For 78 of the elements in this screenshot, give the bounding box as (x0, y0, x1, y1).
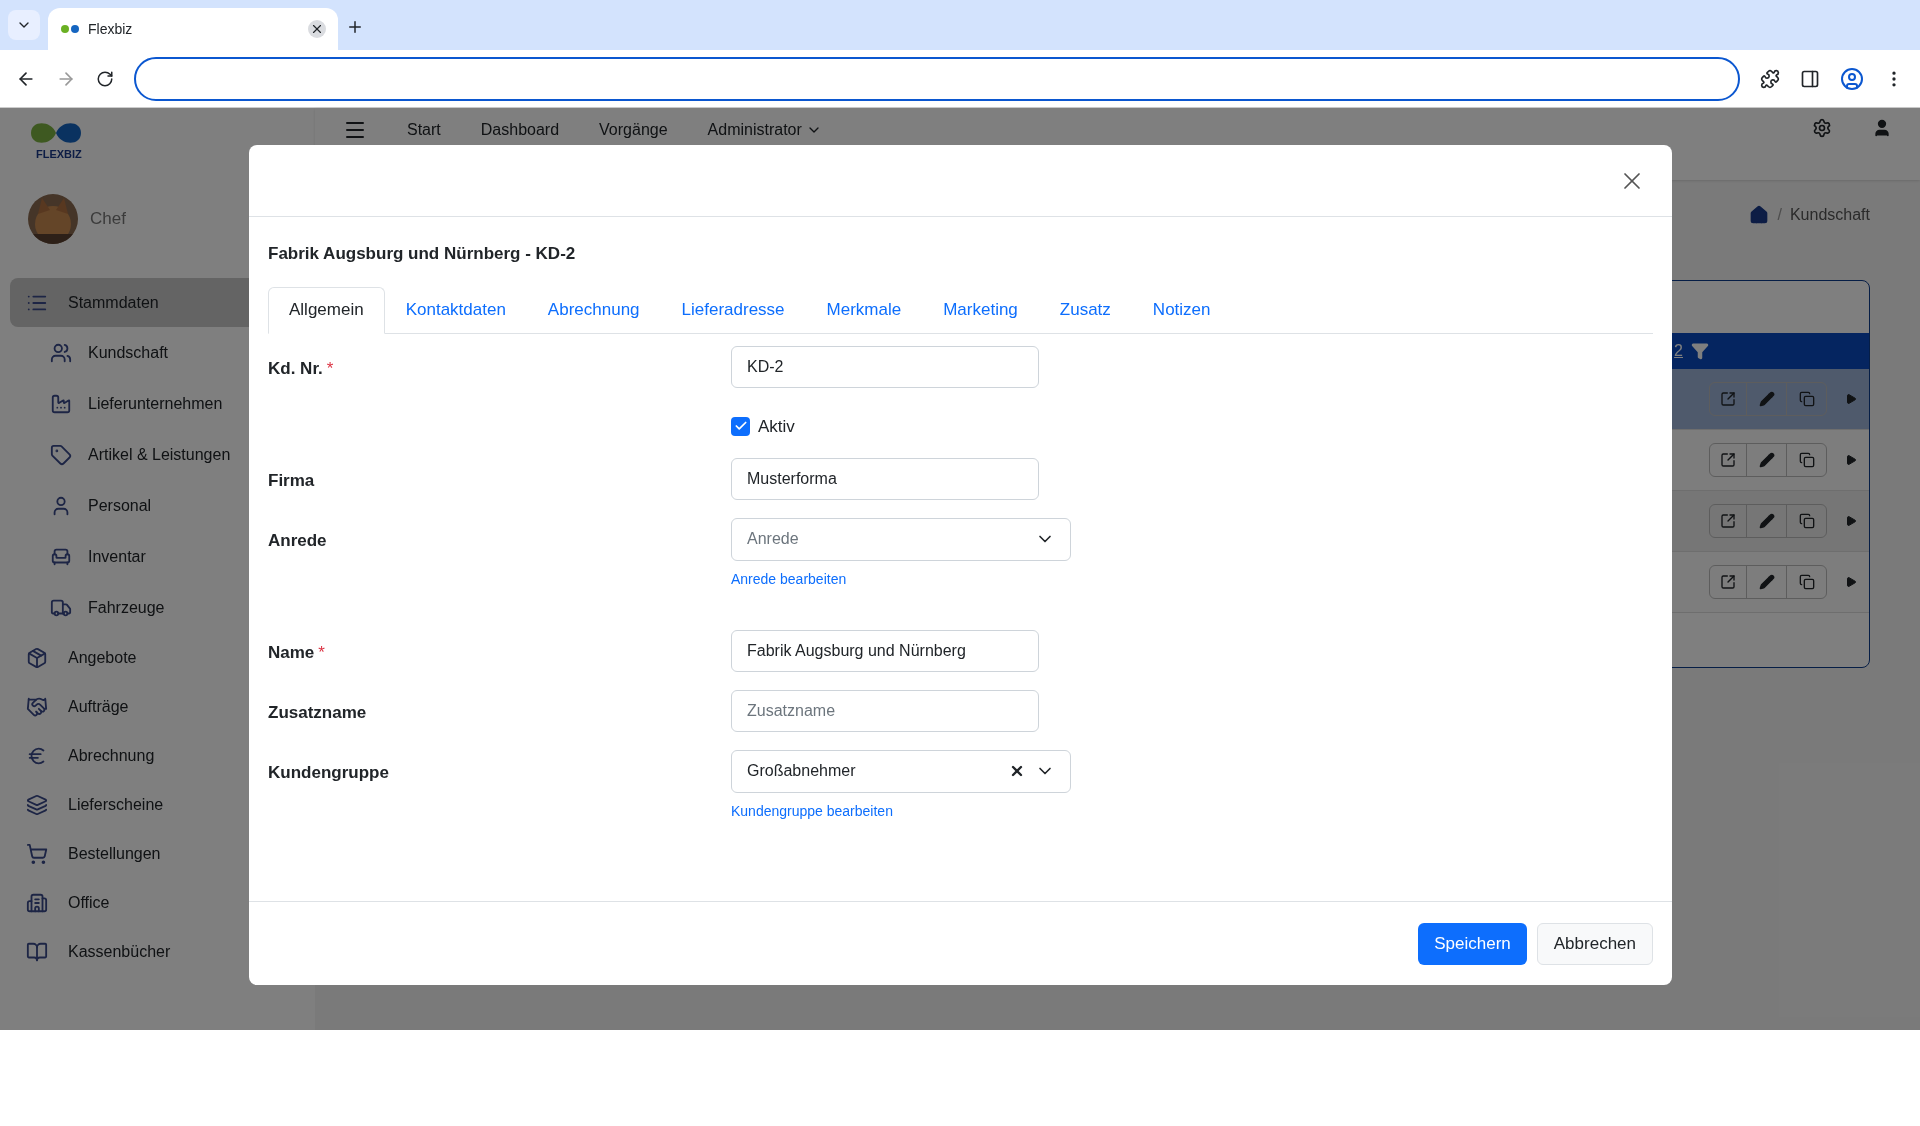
clear-icon[interactable] (1009, 763, 1025, 779)
browser-tab[interactable]: Flexbiz (48, 8, 338, 50)
required-mark: * (318, 641, 325, 664)
copy-icon (1798, 574, 1815, 590)
expand-icon[interactable] (1845, 515, 1857, 527)
breadcrumb-item: Kundschaft (1789, 205, 1870, 225)
tab-title: Flexbiz (88, 19, 134, 39)
user-icon[interactable] (1872, 118, 1892, 138)
expand-icon[interactable] (1845, 393, 1857, 405)
tab[interactable]: Abrechnung (526, 286, 661, 334)
handshake-icon (26, 695, 48, 718)
nav-link[interactable]: Administrator (707, 118, 802, 142)
save-button[interactable]: Speichern (1418, 922, 1527, 965)
checkbox[interactable] (731, 416, 750, 436)
input-field[interactable]: Musterforma (731, 457, 1039, 500)
select-field[interactable]: Anrede (731, 517, 1071, 561)
expand-icon[interactable] (1845, 576, 1857, 588)
close-icon[interactable] (308, 20, 326, 38)
pallet-icon (26, 793, 48, 816)
input-field[interactable]: KD-2 (731, 345, 1039, 388)
checkbox-label: Aktiv (758, 415, 795, 438)
building-icon (26, 891, 48, 914)
pencil-icon (1758, 513, 1775, 529)
cart-icon (26, 842, 48, 865)
nav-link[interactable]: Dashboard (480, 118, 560, 142)
external-link-icon (1720, 452, 1736, 468)
edit-link[interactable]: Anrede bearbeiten (731, 568, 847, 590)
field-label: Firma (268, 469, 315, 492)
tab[interactable]: Kontaktdaten (384, 286, 527, 334)
filter-icon[interactable] (1691, 342, 1709, 360)
tab[interactable]: Zusatz (1038, 286, 1132, 334)
side-panel-icon[interactable] (1800, 68, 1820, 89)
external-link-icon (1720, 391, 1736, 407)
copy-icon (1798, 452, 1815, 468)
input-field[interactable]: Zusatzname (731, 689, 1039, 732)
copy-icon (1798, 391, 1815, 407)
tab-list-button[interactable] (8, 10, 40, 40)
package-icon (26, 646, 48, 669)
profile-icon[interactable] (1840, 66, 1864, 91)
factory-icon (50, 392, 72, 415)
user-name: Chef (90, 208, 126, 231)
select-field[interactable]: Großabnehmer (731, 749, 1071, 793)
cancel-button[interactable]: Abbrechen (1536, 922, 1653, 965)
external-link-icon (1720, 574, 1736, 590)
home-icon[interactable] (1749, 205, 1770, 225)
pencil-icon (1758, 452, 1775, 468)
tab[interactable]: Marketing (922, 286, 1039, 334)
tab[interactable]: Notizen (1131, 286, 1232, 334)
breadcrumb-separator: / (1777, 205, 1782, 225)
field-label: Anrede (268, 529, 327, 552)
expand-icon[interactable] (1845, 454, 1857, 466)
address-field[interactable] (134, 56, 1740, 101)
tab[interactable]: Lieferadresse (660, 286, 806, 334)
reload-icon[interactable] (96, 69, 114, 88)
field-label: Kd. Nr. (268, 357, 323, 380)
book-icon (26, 940, 48, 963)
required-mark: * (326, 357, 334, 380)
logo-text: FLEXBIZ (36, 147, 82, 162)
logo-icon (60, 24, 80, 34)
sidebar-item[interactable]: Lieferunternehmen (10, 378, 305, 429)
tag-icon (50, 443, 72, 466)
sidebar-item[interactable]: Fahrzeuge (10, 582, 305, 633)
input-field[interactable]: Fabrik Augsburg und Nürnberg (731, 629, 1039, 672)
users-icon (50, 341, 72, 364)
external-link-icon (1720, 513, 1736, 529)
edit-link[interactable]: Kundengruppe bearbeiten (731, 800, 893, 822)
pencil-icon (1758, 391, 1775, 407)
pencil-icon (1758, 574, 1775, 590)
tab[interactable]: Merkmale (805, 286, 923, 334)
tab[interactable]: Allgemein (268, 286, 385, 334)
extensions-icon[interactable] (1760, 68, 1780, 89)
new-tab-icon[interactable] (346, 18, 364, 36)
nav-link[interactable]: Vorgänge (599, 118, 668, 142)
dialog-title: Fabrik Augsburg und Nürnberg - KD-2 (268, 243, 577, 265)
nav-link[interactable]: Start (407, 118, 441, 142)
copy-icon (1798, 513, 1815, 529)
settings-icon[interactable] (1812, 118, 1832, 138)
header-text: 2 (1674, 341, 1683, 361)
